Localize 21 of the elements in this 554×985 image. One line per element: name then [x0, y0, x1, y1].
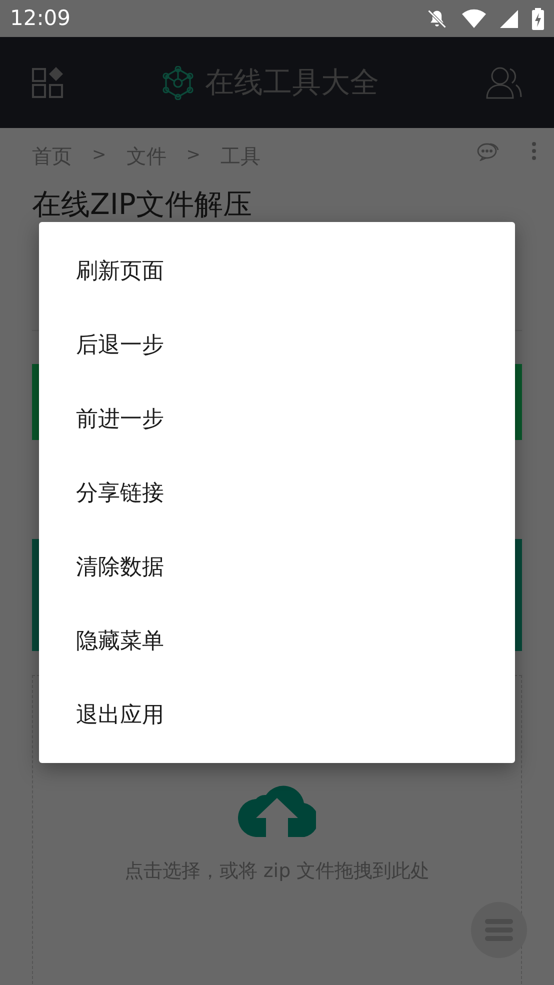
- cloud-upload-icon: [238, 783, 316, 837]
- apps-icon[interactable]: [32, 66, 64, 98]
- menu-item[interactable]: 刷新页面: [76, 254, 164, 288]
- menu-item[interactable]: 隐藏菜单: [76, 624, 164, 658]
- menu-item[interactable]: 退出应用: [76, 698, 164, 732]
- page-title: 在线ZIP文件解压: [32, 186, 252, 220]
- status-time: 12:09: [10, 4, 71, 32]
- user-icon[interactable]: [486, 66, 522, 98]
- signal-icon: [500, 10, 518, 28]
- breadcrumb-separator: >: [186, 144, 200, 168]
- menu-item[interactable]: 后退一步: [76, 328, 164, 362]
- breadcrumb-separator: >: [92, 144, 106, 168]
- battery-charging-icon: [532, 8, 544, 30]
- more-icon[interactable]: [531, 141, 537, 161]
- network-logo-icon: [161, 66, 195, 100]
- menu-item[interactable]: 清除数据: [76, 550, 164, 584]
- menu-item[interactable]: 分享链接: [76, 476, 164, 510]
- chat-icon[interactable]: [477, 141, 499, 161]
- menu-item[interactable]: 前进一步: [76, 402, 164, 436]
- notifications-off-icon: [426, 8, 448, 30]
- wifi-icon: [462, 8, 486, 28]
